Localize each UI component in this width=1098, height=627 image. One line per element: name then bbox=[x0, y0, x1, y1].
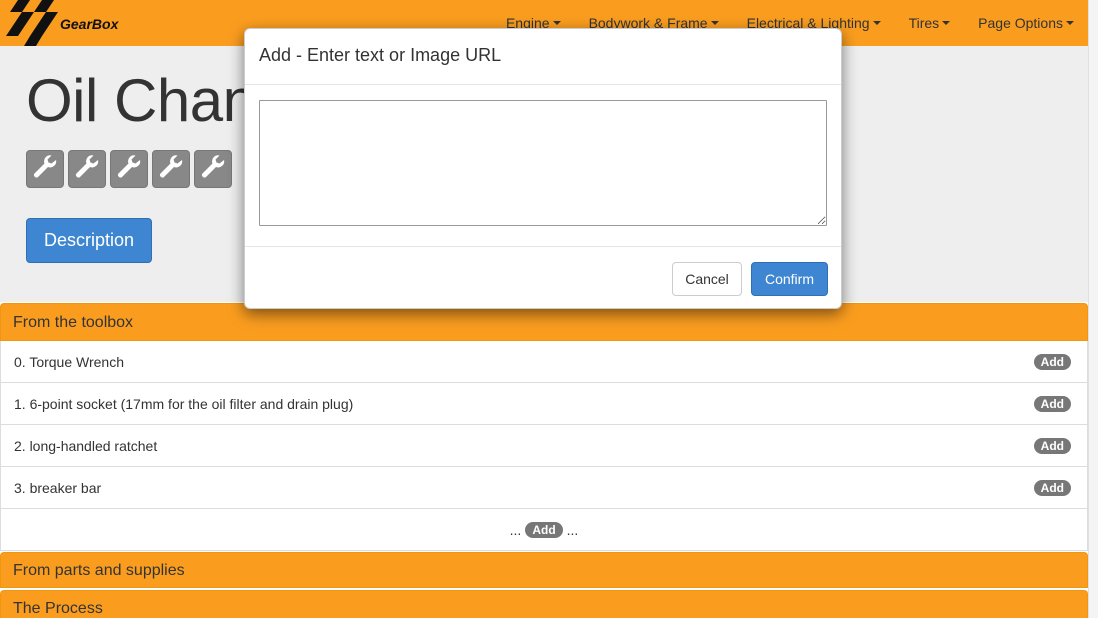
add-modal-dialog: Add - Enter text or Image URL Cancel Con… bbox=[244, 28, 842, 309]
nav-item-tires[interactable]: Tires bbox=[895, 0, 965, 46]
description-button[interactable]: Description bbox=[26, 218, 152, 263]
modal-body bbox=[245, 85, 841, 246]
nav-item-page-options[interactable]: Page Options bbox=[964, 0, 1088, 46]
ellipsis-text: ... bbox=[509, 521, 522, 538]
parts-panel-heading[interactable]: From parts and supplies bbox=[0, 552, 1088, 588]
brand-logo[interactable]: GearBox bbox=[0, 0, 150, 46]
add-badge-button[interactable]: Add bbox=[1033, 480, 1071, 496]
wrench-icon bbox=[68, 150, 106, 188]
list-item-label: 0. Torque Wrench bbox=[14, 353, 124, 370]
confirm-button[interactable]: Confirm bbox=[751, 262, 828, 296]
ellipsis-text: ... bbox=[566, 521, 579, 538]
wrench-icon bbox=[152, 150, 190, 188]
difficulty-rating bbox=[26, 150, 232, 188]
caret-down-icon bbox=[552, 21, 561, 25]
page-scrollbar[interactable] bbox=[1088, 0, 1098, 618]
caret-down-icon bbox=[942, 21, 951, 25]
process-panel-heading[interactable]: The Process bbox=[0, 590, 1088, 618]
list-item: 3. breaker bar Add bbox=[0, 467, 1088, 509]
nav-item-label: Tires bbox=[908, 15, 940, 31]
text-or-url-input[interactable] bbox=[259, 100, 827, 226]
list-item: 0. Torque Wrench Add bbox=[0, 341, 1088, 383]
caret-down-icon bbox=[872, 21, 881, 25]
modal-title: Add - Enter text or Image URL bbox=[259, 45, 502, 65]
list-item-label: 3. breaker bar bbox=[14, 479, 102, 496]
list-item-label: 1. 6-point socket (17mm for the oil filt… bbox=[14, 395, 354, 412]
caret-down-icon bbox=[710, 21, 719, 25]
wrench-icon bbox=[110, 150, 148, 188]
list-item: 2. long-handled ratchet Add bbox=[0, 425, 1088, 467]
list-item: 1. 6-point socket (17mm for the oil filt… bbox=[0, 383, 1088, 425]
modal-header: Add - Enter text or Image URL bbox=[245, 29, 841, 85]
add-badge-button[interactable]: Add bbox=[1033, 354, 1071, 370]
list-item-label: 2. long-handled ratchet bbox=[14, 437, 158, 454]
modal-footer: Cancel Confirm bbox=[245, 246, 841, 308]
cancel-button[interactable]: Cancel bbox=[672, 262, 742, 296]
wrench-icon bbox=[26, 150, 64, 188]
add-item-row: ... Add ... bbox=[0, 509, 1088, 551]
caret-down-icon bbox=[1066, 21, 1074, 25]
add-item-button[interactable]: Add bbox=[525, 521, 563, 538]
wrench-icon bbox=[194, 150, 232, 188]
add-badge-button[interactable]: Add bbox=[1033, 396, 1071, 412]
brand-name: GearBox bbox=[60, 16, 119, 32]
add-badge-button[interactable]: Add bbox=[1033, 438, 1071, 454]
nav-item-label: Page Options bbox=[978, 15, 1063, 31]
